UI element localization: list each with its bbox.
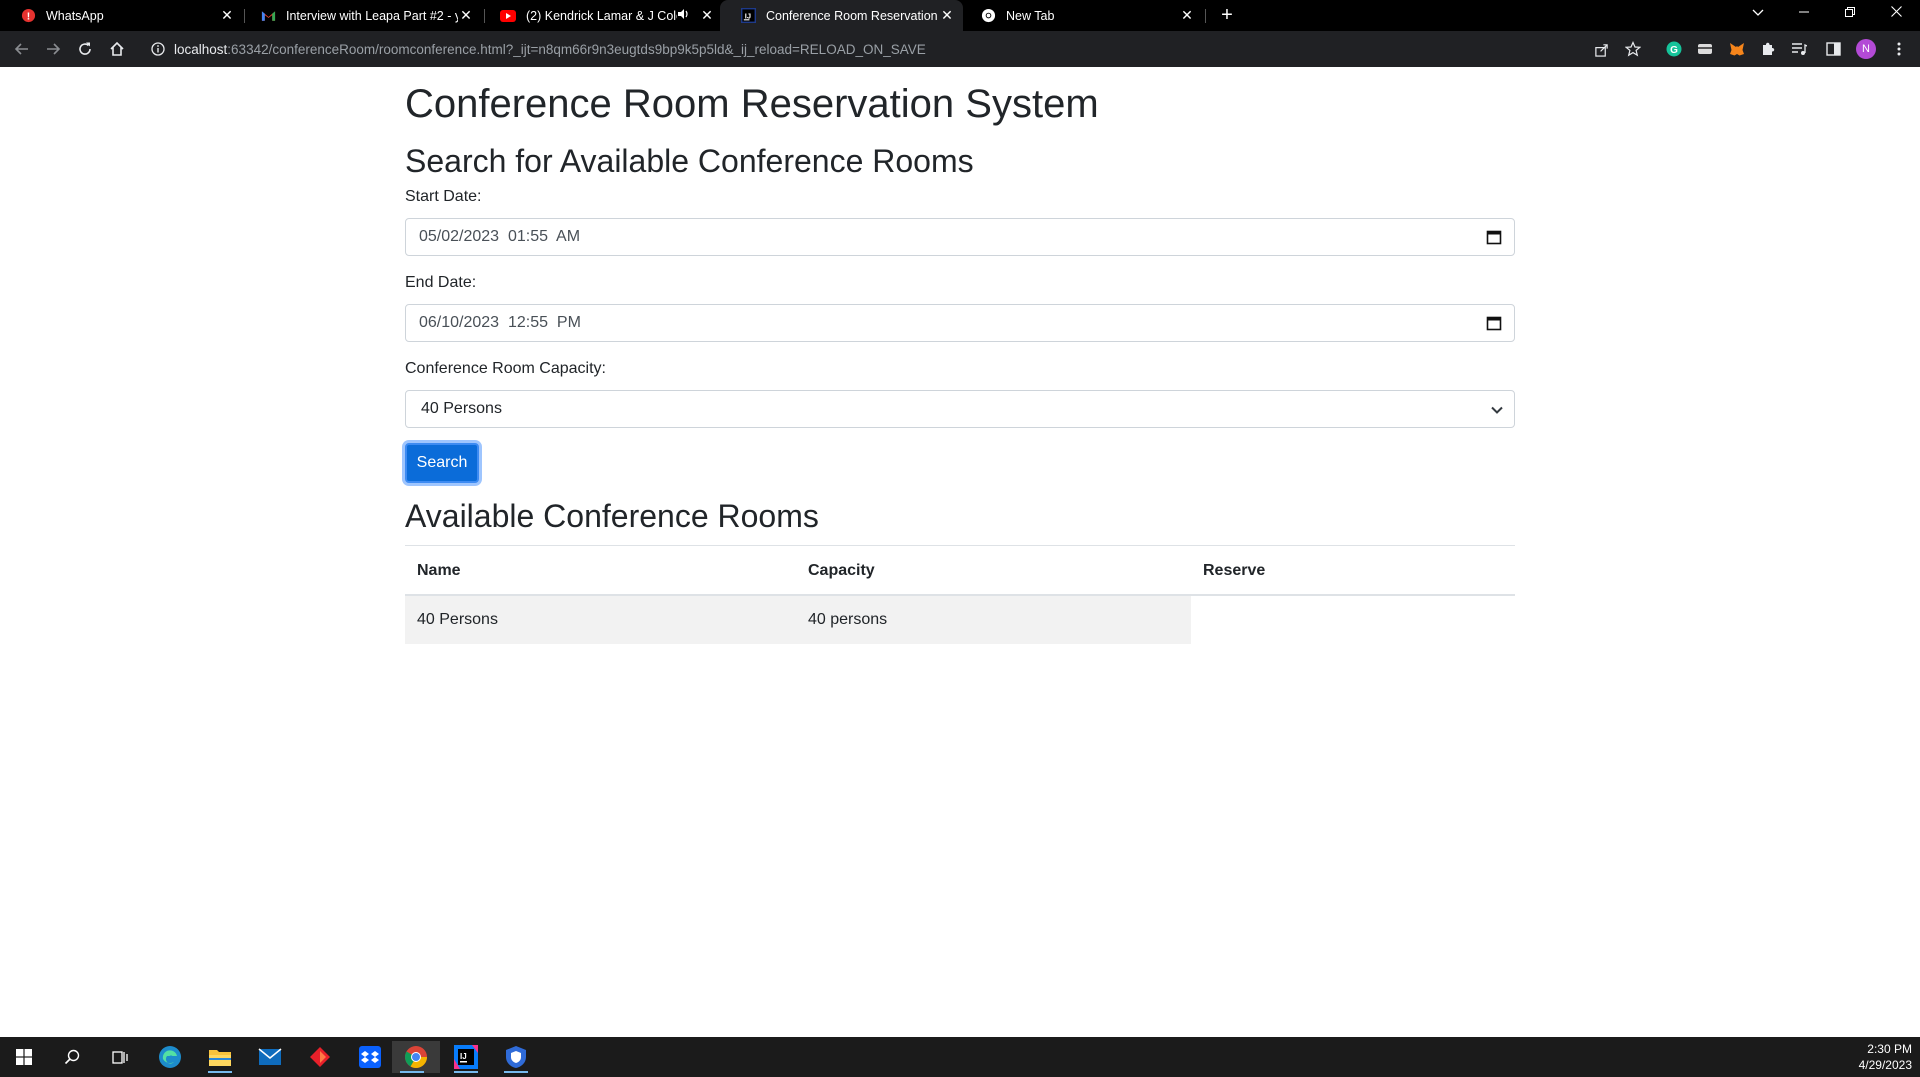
system-clock[interactable]: 2:30 PM 4/29/2023 bbox=[1859, 1041, 1912, 1073]
table-header-row: Name Capacity Reserve bbox=[405, 546, 1515, 596]
menu-kebab-icon[interactable] bbox=[1887, 37, 1911, 61]
search-button[interactable]: Search bbox=[405, 443, 479, 483]
home-button[interactable] bbox=[105, 37, 129, 61]
restore-button[interactable] bbox=[1827, 0, 1873, 25]
tab-search-button[interactable] bbox=[1735, 0, 1781, 25]
start-date-label: Start Date: bbox=[405, 188, 482, 205]
gmail-icon bbox=[260, 8, 276, 24]
app-red-icon[interactable] bbox=[300, 1041, 340, 1073]
chrome-icon bbox=[980, 8, 996, 24]
tab-new-tab[interactable]: New Tab ✕ bbox=[960, 0, 1203, 31]
clock-date: 4/29/2023 bbox=[1858, 1058, 1912, 1072]
minimize-button[interactable] bbox=[1781, 0, 1827, 25]
svg-text:G: G bbox=[1670, 45, 1678, 56]
svg-text:!: ! bbox=[26, 11, 29, 22]
arrow-left-icon bbox=[14, 43, 28, 55]
close-icon bbox=[1890, 6, 1902, 17]
tab-gmail[interactable]: Interview with Leapa Part #2 - ya ✕ bbox=[240, 0, 482, 31]
tab-title: Conference Room Reservation Sy bbox=[766, 8, 939, 23]
tab-whatsapp[interactable]: ! WhatsApp ✕ bbox=[0, 0, 243, 31]
back-button[interactable] bbox=[10, 37, 34, 61]
close-icon[interactable]: ✕ bbox=[458, 7, 474, 24]
close-icon[interactable]: ✕ bbox=[939, 7, 955, 24]
svg-text:IJ: IJ bbox=[460, 1052, 467, 1061]
cell-room-name: 40 Persons bbox=[417, 611, 498, 628]
tab-title: Interview with Leapa Part #2 - ya bbox=[286, 8, 458, 23]
mail-icon[interactable] bbox=[250, 1041, 290, 1073]
url-path: :63342/conferenceRoom/roomconference.htm… bbox=[227, 41, 926, 57]
chevron-down-icon bbox=[1752, 9, 1764, 16]
media-control-icon[interactable] bbox=[1787, 37, 1811, 61]
clock-time: 2:30 PM bbox=[1867, 1042, 1912, 1056]
whatsapp-icon: ! bbox=[20, 8, 36, 24]
site-info-icon[interactable] bbox=[146, 37, 170, 61]
grammarly-icon[interactable]: G bbox=[1662, 37, 1686, 61]
svg-text:IJ: IJ bbox=[744, 11, 750, 20]
chrome-icon[interactable] bbox=[392, 1041, 440, 1073]
shield-icon[interactable] bbox=[496, 1041, 536, 1073]
dropbox-icon[interactable] bbox=[350, 1041, 390, 1073]
windows-start-icon[interactable] bbox=[4, 1041, 44, 1073]
tab-youtube[interactable]: (2) Kendrick Lamar & J Cole - ✕ bbox=[480, 0, 723, 31]
end-date-value: 06/10/2023 12:55 PM bbox=[419, 314, 581, 331]
reload-button[interactable] bbox=[73, 37, 97, 61]
capacity-label: Conference Room Capacity: bbox=[405, 360, 606, 377]
cell-room-capacity: 40 persons bbox=[808, 611, 888, 628]
windows-taskbar: IJ 2:30 PM 4/29/2023 bbox=[0, 1037, 1920, 1077]
tab-title: WhatsApp bbox=[46, 8, 104, 23]
metamask-icon[interactable] bbox=[1725, 37, 1749, 61]
forward-button[interactable] bbox=[41, 37, 65, 61]
minimize-icon bbox=[1799, 11, 1809, 13]
start-date-value: 05/02/2023 01:55 AM bbox=[419, 228, 581, 245]
bookmark-star-icon[interactable] bbox=[1621, 37, 1645, 61]
edge-icon[interactable] bbox=[150, 1041, 190, 1073]
intellij-icon: IJ bbox=[740, 8, 756, 24]
search-heading: Search for Available Conference Rooms bbox=[405, 143, 974, 179]
side-panel-icon[interactable] bbox=[1821, 37, 1845, 61]
tab-conference-room[interactable]: IJ Conference Room Reservation Sy ✕ bbox=[720, 0, 963, 31]
capacity-select[interactable]: 40 Persons bbox=[405, 390, 1515, 428]
browser-toolbar: localhost:63342/conferenceRoom/roomconfe… bbox=[0, 31, 1920, 67]
results-table: Name Capacity Reserve 40 Persons 40 pers… bbox=[405, 545, 1515, 644]
table-row: 40 Persons 40 persons bbox=[405, 596, 1515, 644]
tab-title: (2) Kendrick Lamar & J Cole - bbox=[526, 8, 677, 23]
browser-tab-strip: ! WhatsApp ✕ Interview with Leapa Part #… bbox=[0, 0, 1920, 31]
extension-card-icon[interactable] bbox=[1693, 37, 1717, 61]
address-bar[interactable]: localhost:63342/conferenceRoom/roomconfe… bbox=[174, 35, 1674, 63]
page-viewport: Conference Room Reservation System Searc… bbox=[0, 67, 1920, 1037]
reload-icon bbox=[79, 42, 91, 55]
row-striping bbox=[405, 596, 1191, 644]
search-icon[interactable] bbox=[52, 1041, 92, 1073]
intellij-icon[interactable]: IJ bbox=[446, 1041, 486, 1073]
task-view-icon[interactable] bbox=[100, 1041, 140, 1073]
share-icon[interactable] bbox=[1589, 37, 1613, 61]
results-heading: Available Conference Rooms bbox=[405, 498, 819, 534]
close-icon[interactable]: ✕ bbox=[1179, 7, 1195, 24]
url-host: localhost bbox=[174, 41, 228, 57]
close-window-button[interactable] bbox=[1873, 0, 1919, 25]
file-explorer-icon[interactable] bbox=[200, 1041, 240, 1073]
tab-title: New Tab bbox=[1006, 8, 1055, 23]
speaker-icon[interactable] bbox=[677, 8, 691, 23]
new-tab-button[interactable]: + bbox=[1215, 3, 1239, 27]
chevron-down-icon bbox=[1491, 406, 1503, 414]
profile-avatar[interactable]: N bbox=[1856, 39, 1876, 59]
restore-icon bbox=[1845, 7, 1855, 17]
column-header-name: Name bbox=[417, 562, 461, 579]
home-icon bbox=[110, 41, 124, 56]
calendar-icon[interactable] bbox=[1486, 229, 1502, 245]
close-icon[interactable]: ✕ bbox=[219, 7, 235, 24]
column-header-reserve: Reserve bbox=[1203, 562, 1266, 579]
end-date-input[interactable]: 06/10/2023 12:55 PM bbox=[405, 304, 1515, 342]
arrow-right-icon bbox=[47, 43, 61, 55]
page-title: Conference Room Reservation System bbox=[405, 82, 1099, 126]
end-date-label: End Date: bbox=[405, 274, 477, 291]
youtube-icon bbox=[500, 8, 516, 24]
close-icon[interactable]: ✕ bbox=[699, 7, 715, 24]
calendar-icon[interactable] bbox=[1486, 315, 1502, 331]
column-header-capacity: Capacity bbox=[808, 562, 875, 579]
start-date-input[interactable]: 05/02/2023 01:55 AM bbox=[405, 218, 1515, 256]
extensions-puzzle-icon[interactable] bbox=[1756, 37, 1780, 61]
capacity-selected-value: 40 Persons bbox=[421, 400, 502, 417]
